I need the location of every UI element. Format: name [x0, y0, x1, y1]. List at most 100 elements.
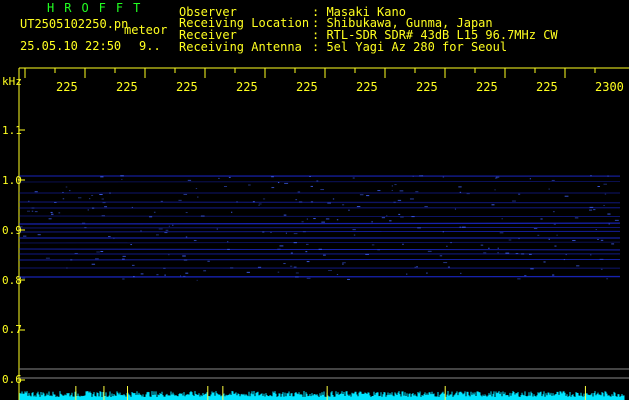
signal-speckle-244 — [65, 186, 68, 188]
signal-trace-8 — [18, 230, 621, 233]
signal-speckle-164 — [442, 231, 444, 233]
signal-speckle-57 — [100, 251, 104, 253]
signal-speckle-49 — [218, 177, 220, 179]
signal-speckle-228 — [101, 215, 105, 217]
signal-speckle-107 — [412, 175, 414, 177]
signal-speckle-241 — [409, 198, 414, 200]
signal-speckle-200 — [23, 235, 27, 237]
signal-speckle-167 — [313, 218, 316, 220]
signal-speckle-139 — [491, 204, 495, 206]
signal-speckle-151 — [603, 183, 607, 185]
signal-speckle-117 — [252, 201, 255, 203]
signal-speckle-97 — [599, 258, 604, 260]
signal-speckle-204 — [551, 179, 555, 181]
signal-speckle-10 — [182, 255, 186, 257]
signal-speckle-175 — [160, 200, 163, 202]
signal-speckle-240 — [443, 262, 448, 264]
signal-speckle-114 — [323, 254, 326, 256]
signal-speckle-67 — [552, 211, 555, 213]
signal-speckle-157 — [426, 272, 428, 274]
signal-speckle-81 — [28, 200, 30, 202]
signal-speckle-2 — [231, 211, 233, 213]
signal-speckle-100 — [122, 258, 125, 260]
signal-speckle-31 — [283, 214, 287, 216]
signal-speckle-86 — [207, 260, 210, 262]
signal-speckle-52 — [96, 251, 100, 253]
signal-speckle-78 — [31, 207, 35, 209]
signal-speckle-20 — [121, 178, 123, 180]
signal-speckle-165 — [574, 217, 579, 219]
signal-speckle-124 — [301, 221, 304, 223]
signal-speckle-56 — [501, 218, 503, 220]
signal-speckle-130 — [524, 275, 527, 277]
signal-speckle-252 — [495, 176, 500, 178]
signal-trace-6 — [18, 222, 621, 225]
signal-speckle-58 — [185, 212, 188, 214]
signal-speckle-210 — [122, 255, 126, 257]
signal-speckle-23 — [58, 212, 61, 214]
signal-speckle-37 — [284, 182, 289, 184]
signal-speckle-226 — [397, 199, 402, 201]
signal-speckle-257 — [497, 252, 499, 254]
signal-trace-7 — [18, 227, 621, 229]
signal-speckle-13 — [149, 216, 153, 218]
signal-speckle-188 — [518, 238, 520, 240]
signal-speckle-35 — [318, 248, 322, 250]
signal-speckle-118 — [589, 175, 592, 177]
signal-speckle-91 — [488, 247, 490, 249]
signal-speckle-152 — [271, 187, 275, 189]
signal-speckle-155 — [497, 247, 499, 249]
signal-speckle-176 — [391, 189, 393, 191]
signal-speckle-141 — [91, 263, 96, 265]
signal-speckle-215 — [553, 223, 556, 225]
signal-speckle-177 — [183, 275, 186, 277]
signal-speckle-214 — [108, 236, 111, 238]
signal-speckle-24 — [494, 189, 496, 191]
signal-speckle-256 — [466, 193, 470, 195]
signal-speckle-75 — [279, 245, 284, 247]
signal-speckle-83 — [336, 274, 339, 276]
signal-speckle-198 — [158, 228, 163, 230]
signal-speckle-249 — [366, 195, 370, 197]
signal-speckle-43 — [595, 229, 597, 231]
signal-speckle-229 — [564, 195, 569, 197]
signal-speckle-93 — [258, 204, 260, 206]
signal-trace-3 — [18, 201, 621, 204]
plot-frame — [18, 67, 629, 400]
signal-speckle-51 — [262, 198, 266, 200]
signal-speckle-149 — [156, 274, 159, 276]
signal-speckle-36 — [347, 278, 350, 280]
signal-speckle-227 — [458, 186, 462, 188]
signal-speckle-153 — [277, 271, 280, 273]
signal-speckle-193 — [295, 199, 298, 201]
signal-speckle-129 — [216, 228, 218, 230]
signal-speckle-0 — [122, 278, 125, 280]
signal-speckle-108 — [196, 279, 198, 281]
signal-speckle-27 — [290, 252, 293, 254]
signal-speckle-189 — [102, 202, 106, 204]
signal-speckle-168 — [460, 272, 462, 274]
signal-speckle-144 — [421, 175, 424, 177]
signal-speckle-11 — [576, 265, 580, 267]
signal-speckle-233 — [377, 249, 381, 251]
signal-speckle-32 — [336, 219, 339, 221]
signal-speckle-203 — [26, 210, 31, 212]
signal-speckle-234 — [183, 193, 188, 195]
signal-speckle-135 — [365, 253, 370, 255]
signal-trace-5 — [18, 215, 621, 217]
signal-speckle-212 — [505, 252, 510, 254]
signal-speckle-96 — [277, 248, 281, 250]
signal-speckle-68 — [50, 211, 53, 213]
signal-speckle-3 — [163, 267, 166, 269]
signal-speckle-50 — [293, 233, 298, 235]
signal-speckle-170 — [494, 177, 498, 179]
signal-speckle-238 — [131, 264, 135, 266]
signal-speckle-180 — [446, 245, 448, 247]
signal-speckle-150 — [414, 266, 417, 268]
signal-speckle-121 — [356, 206, 361, 208]
signal-speckle-30 — [131, 206, 133, 208]
signal-speckle-28 — [450, 242, 452, 244]
signal-speckle-247 — [99, 193, 103, 195]
signal-speckle-89 — [389, 220, 392, 222]
signal-speckle-254 — [293, 242, 297, 244]
